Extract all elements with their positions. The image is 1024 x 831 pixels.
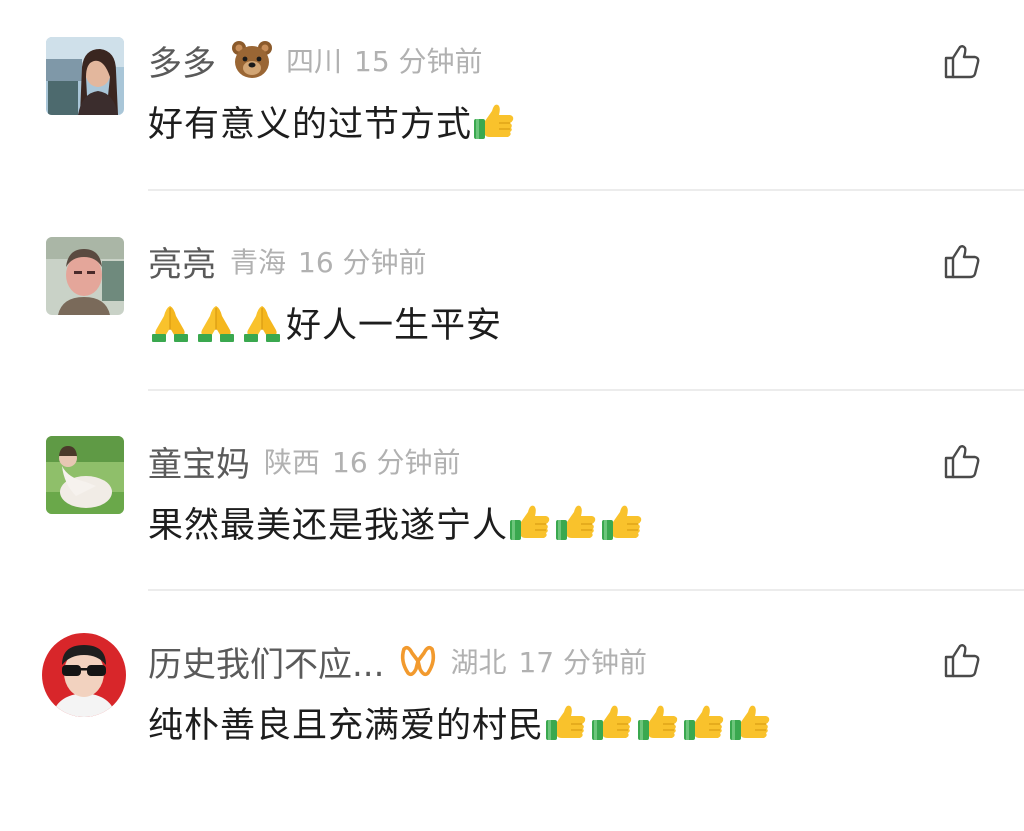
username[interactable]: 多多: [148, 36, 216, 85]
comment-meta: 多多 四川 15 分钟前: [148, 30, 483, 90]
thumbs-up-icon: [682, 700, 726, 744]
thumbs-up-icon: [636, 700, 680, 744]
username[interactable]: 童宝妈: [148, 437, 250, 486]
timestamp: 16 分钟前: [332, 446, 461, 479]
comment-text: 果然最美还是我遂宁人: [148, 505, 509, 546]
thumbs-up-icon: [472, 99, 516, 143]
folded-hands-icon: [148, 300, 192, 344]
comment-text-row: 好人一生平安: [148, 293, 502, 351]
region-label: 青海: [230, 246, 287, 279]
comment-meta: 亮亮 青海 16 分钟前: [148, 231, 427, 291]
thumbs-up-icon: [554, 500, 598, 544]
avatar[interactable]: [46, 237, 124, 315]
region-label: 湖北: [450, 646, 507, 679]
folded-hands-icon: [240, 300, 284, 344]
timestamp: 17 分钟前: [518, 646, 647, 679]
thumbs-up-icon: [600, 500, 644, 544]
bear-face-icon: [230, 38, 274, 82]
comment-item: 多多 四川 15 分钟前 好有意义的过节方式: [0, 30, 1024, 230]
timestamp: 15 分钟前: [354, 45, 483, 78]
timestamp: 16 分钟前: [298, 246, 427, 279]
folded-hands-icon: [194, 300, 238, 344]
username[interactable]: 亮亮: [148, 237, 216, 286]
region-label: 陕西: [264, 446, 321, 479]
avatar[interactable]: [46, 436, 124, 514]
thumbs-up-icon: [544, 700, 588, 744]
thumbs-up-icon: [728, 700, 772, 744]
comment-item: 亮亮 青海 16 分钟前 好人一生平安: [0, 231, 1024, 431]
comment-item: 童宝妈 陕西 16 分钟前 果然最美还是我遂宁人: [0, 431, 1024, 631]
comment-text-row: 好有意义的过节方式: [148, 92, 518, 150]
region-label: 四川: [286, 45, 343, 78]
like-button[interactable]: [942, 641, 982, 681]
divider: [148, 389, 1024, 391]
comment-meta: 历史我们不应... 湖北 17 分钟前: [148, 631, 647, 691]
comment-text-row: 果然最美还是我遂宁人: [148, 493, 646, 551]
username[interactable]: 历史我们不应...: [148, 637, 384, 686]
like-button[interactable]: [942, 42, 982, 82]
comment-text-row: 纯朴善良且充满爱的村民: [148, 693, 774, 751]
divider: [148, 589, 1024, 591]
like-button[interactable]: [942, 442, 982, 482]
infinity-badge-icon: [398, 639, 438, 683]
thumbs-up-icon: [508, 500, 552, 544]
divider: [148, 189, 1024, 191]
like-button[interactable]: [942, 242, 982, 282]
comment-text: 好有意义的过节方式: [148, 104, 473, 145]
comment-meta: 童宝妈 陕西 16 分钟前: [148, 431, 461, 491]
comment-text: 纯朴善良且充满爱的村民: [148, 705, 545, 746]
avatar[interactable]: [46, 37, 124, 115]
comment-item: 历史我们不应... 湖北 17 分钟前 纯朴善良且充满爱的村民: [0, 631, 1024, 831]
thumbs-up-icon: [590, 700, 634, 744]
avatar[interactable]: [42, 633, 126, 717]
comment-text: 好人一生平安: [286, 305, 503, 346]
